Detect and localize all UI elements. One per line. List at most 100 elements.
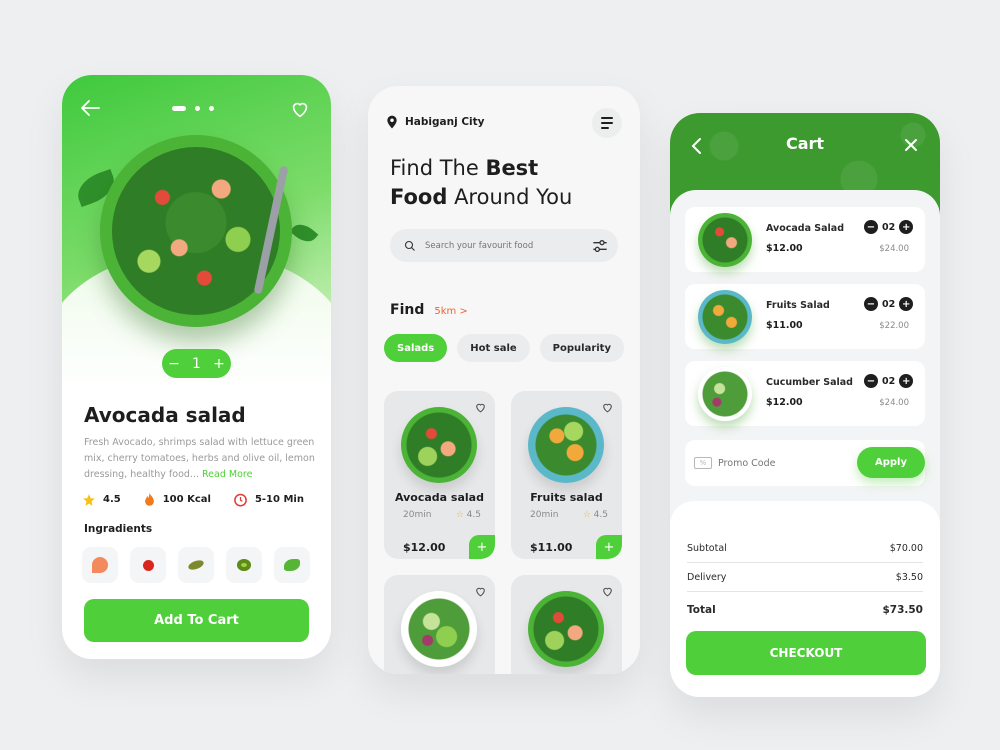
quantity-value: 02	[882, 298, 896, 310]
calories-value: 100 Kcal	[162, 494, 211, 505]
quantity-stepper: −02 +	[864, 297, 914, 311]
tomato-icon[interactable]	[130, 547, 166, 583]
quantity-stepper[interactable]: − 1 +	[162, 349, 231, 378]
food-image	[528, 407, 604, 483]
delivery-row: Delivery $3.50	[687, 572, 923, 592]
cart-item: Fruits Salad $11.00 −02 + $22.00	[685, 284, 925, 349]
promo-code-box: % Apply	[685, 440, 925, 486]
food-card[interactable]: Fruits salad 20min ☆ 4.5 $11.00 +	[511, 391, 622, 559]
star-icon: ☆	[582, 510, 591, 520]
page-headline: Find The Best Food Around You	[390, 156, 573, 209]
add-item-button[interactable]: +	[469, 535, 495, 559]
fire-icon	[144, 492, 154, 506]
product-stats: 4.5 100 Kcal 5-10 Min	[82, 492, 304, 507]
add-to-cart-button[interactable]: Add To Cart	[84, 599, 309, 642]
plus-button[interactable]: +	[899, 297, 914, 311]
close-icon[interactable]	[904, 137, 918, 153]
heart-icon[interactable]	[474, 401, 487, 414]
star-icon: ☆	[455, 510, 464, 520]
heart-icon[interactable]	[601, 585, 614, 598]
item-total: $24.00	[879, 244, 909, 254]
search-input[interactable]	[425, 240, 592, 251]
quantity-value: 02	[882, 221, 896, 233]
heart-icon[interactable]	[601, 401, 614, 414]
food-image	[698, 367, 752, 421]
food-price: $11.00	[530, 541, 573, 554]
item-price: $12.00	[766, 243, 803, 254]
plus-button[interactable]: +	[899, 220, 914, 234]
search-bar[interactable]	[390, 229, 618, 262]
food-time: 20min	[403, 510, 432, 520]
quantity-value: 02	[882, 375, 896, 387]
heart-icon[interactable]	[289, 98, 311, 120]
chip-salads[interactable]: Salads	[384, 334, 448, 362]
location-label: Habiganj City	[405, 116, 485, 128]
food-image	[401, 407, 477, 483]
product-detail-screen: − 1 + Avocada salad Fresh Avocado, shrim…	[62, 75, 331, 659]
time-value: 5-10 Min	[254, 494, 304, 505]
find-section-header: Find 5km >	[390, 302, 468, 318]
food-image	[528, 591, 604, 667]
item-name: Avocada Salad	[766, 223, 845, 234]
cart-title: Cart	[785, 134, 825, 153]
item-total: $22.00	[879, 321, 909, 331]
food-name: Avocada salad	[395, 491, 484, 504]
apply-button[interactable]: Apply	[857, 447, 925, 478]
item-total: $24.00	[879, 398, 909, 408]
ingredients-list	[82, 547, 310, 583]
find-label: Find	[390, 302, 425, 318]
filter-icon[interactable]	[592, 239, 608, 252]
quantity-stepper: −02 +	[864, 374, 914, 388]
total-row: Total $73.50	[687, 604, 923, 616]
olive-icon[interactable]	[178, 547, 214, 583]
item-name: Fruits Salad	[766, 300, 830, 311]
food-rating: ☆ 4.5	[582, 510, 608, 520]
food-image	[401, 591, 477, 667]
avocado-icon[interactable]	[226, 547, 262, 583]
menu-icon	[601, 117, 613, 119]
quantity-value: 1	[192, 355, 201, 372]
checkout-button[interactable]: CHECKOUT	[686, 631, 926, 675]
food-image	[698, 213, 752, 267]
plus-button[interactable]: +	[899, 374, 914, 388]
minus-button[interactable]: −	[864, 220, 878, 234]
subtotal-row: Subtotal $70.00	[687, 543, 923, 563]
carousel-dots[interactable]	[172, 106, 214, 111]
menu-button[interactable]	[592, 108, 622, 138]
minus-button[interactable]: −	[864, 297, 878, 311]
distance-link[interactable]: 5km >	[434, 306, 467, 317]
shrimp-icon[interactable]	[82, 547, 118, 583]
product-description: Fresh Avocado, shrimps salad with lettuc…	[84, 437, 315, 480]
food-price: $12.00	[403, 541, 446, 554]
cart-item: Cucumber Salad $12.00 −02 + $24.00	[685, 361, 925, 426]
coupon-icon: %	[694, 457, 712, 469]
food-card[interactable]	[511, 575, 622, 674]
item-price: $11.00	[766, 320, 803, 331]
minus-button[interactable]: −	[864, 374, 878, 388]
cart-screen: Cart Avocada Salad $12.00 −02 + $24.00 Fr…	[670, 113, 940, 697]
food-rating: ☆ 4.5	[455, 510, 481, 520]
product-title: Avocada salad	[84, 403, 246, 427]
salad-plate-image	[100, 135, 292, 327]
search-icon	[404, 240, 415, 251]
location-selector[interactable]: Habiganj City	[386, 115, 485, 129]
read-more-link[interactable]: Read More	[202, 469, 252, 480]
item-price: $12.00	[766, 397, 803, 408]
promo-code-input[interactable]	[718, 452, 838, 474]
rating-value: 4.5	[103, 494, 121, 505]
category-chips: Salads Hot sale Popularity	[384, 334, 624, 362]
heart-icon[interactable]	[474, 585, 487, 598]
add-item-button[interactable]: +	[596, 535, 622, 559]
ingredients-heading: Ingradients	[84, 523, 153, 535]
food-card[interactable]	[384, 575, 495, 674]
minus-icon[interactable]: −	[168, 356, 180, 372]
lettuce-icon[interactable]	[274, 547, 310, 583]
chip-hot-sale[interactable]: Hot sale	[457, 334, 530, 362]
chip-popularity[interactable]: Popularity	[539, 334, 624, 362]
cart-item: Avocada Salad $12.00 −02 + $24.00	[685, 207, 925, 272]
home-screen: Habiganj City Find The Best Food Around …	[368, 86, 640, 674]
food-name: Fruits salad	[530, 491, 603, 504]
food-card[interactable]: Avocada salad 20min ☆ 4.5 $12.00 +	[384, 391, 495, 559]
back-arrow-icon[interactable]	[79, 97, 101, 119]
plus-icon[interactable]: +	[213, 356, 225, 372]
